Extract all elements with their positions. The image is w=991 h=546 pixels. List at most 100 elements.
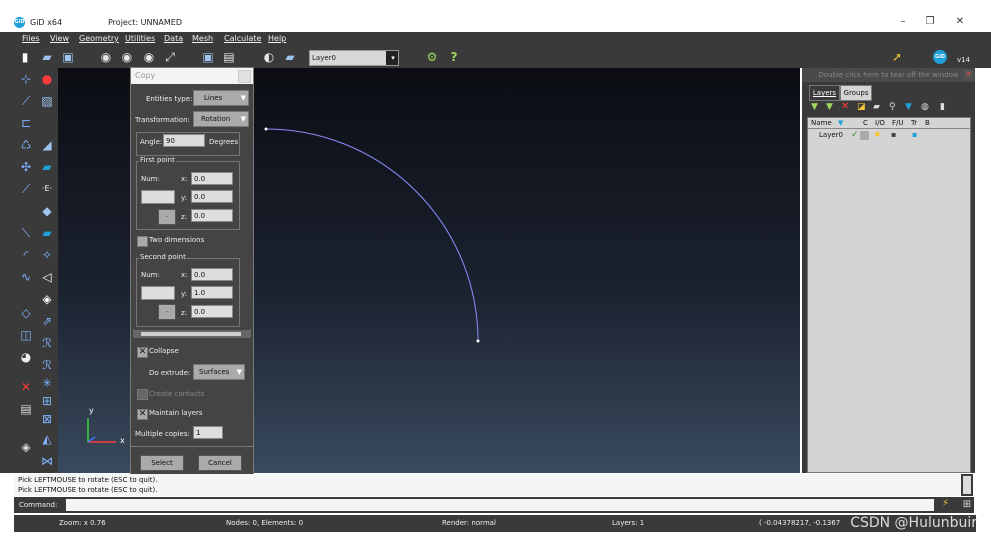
select-button[interactable]: Select xyxy=(140,455,184,471)
second-point-z-input[interactable]: 0.0 xyxy=(191,305,233,318)
spline-icon[interactable]: ∿ xyxy=(17,268,35,286)
layer-page-icon[interactable]: ▮ xyxy=(940,102,945,112)
dialog-close-button[interactable] xyxy=(238,70,251,83)
layer-color-swatch[interactable] xyxy=(860,131,869,140)
first-point-x-input[interactable]: 0.0 xyxy=(191,172,233,185)
rotate-view-icon[interactable]: ◉ xyxy=(99,50,113,64)
page-icon[interactable]: ▤ xyxy=(17,400,35,418)
create-line-icon[interactable]: ⟋ xyxy=(17,92,35,110)
zoom-frame-icon[interactable]: ⤢ xyxy=(163,50,177,64)
settings-icon[interactable]: ⚙ xyxy=(425,50,439,64)
delete-layer-icon[interactable]: ✕ xyxy=(841,101,849,112)
box-icon[interactable]: ◫ xyxy=(17,326,35,344)
sweep-icon[interactable]: ✧ xyxy=(38,246,56,264)
column-name[interactable]: Name xyxy=(811,119,832,127)
render-icon[interactable]: ◐ xyxy=(262,50,276,64)
menu-help[interactable]: Help xyxy=(268,34,286,43)
surface-icon[interactable]: ◢ xyxy=(38,136,56,154)
mesh2-icon[interactable]: ⊠ xyxy=(38,410,56,428)
rainbow-icon[interactable]: ➚ xyxy=(886,50,908,64)
layer-select[interactable]: Layer0 ▾ xyxy=(309,50,399,66)
scrollbar-thumb[interactable] xyxy=(141,332,241,336)
print-icon[interactable]: ▤ xyxy=(222,50,236,64)
second-point-x-input[interactable]: 0.0 xyxy=(191,268,233,281)
second-point-pick-button[interactable]: · xyxy=(158,304,176,320)
arc-line[interactable] xyxy=(265,128,479,342)
menu-utilities[interactable]: Utilities xyxy=(125,34,155,43)
help-icon[interactable]: ? xyxy=(447,50,461,64)
layers-toolbar-icon[interactable]: ▰ xyxy=(283,50,297,64)
menu-view[interactable]: View xyxy=(50,34,69,43)
structure-icon[interactable]: ⋈ xyxy=(38,452,56,470)
label-e-icon[interactable]: ·E· xyxy=(38,180,56,198)
volume-icon[interactable]: ▰ xyxy=(38,158,56,176)
collapse-checkbox[interactable]: ✕ xyxy=(137,347,148,358)
message-scrollbar-thumb[interactable] xyxy=(963,476,971,494)
sphere-icon[interactable]: ◕ xyxy=(17,348,35,366)
delete-icon[interactable]: ✕ xyxy=(17,378,35,396)
mesh-icon[interactable]: ⊞ xyxy=(38,392,56,410)
two-dimensions-checkbox[interactable] xyxy=(137,236,148,247)
pyramid-icon[interactable]: ◈ xyxy=(38,290,56,308)
rotate-center-icon[interactable]: ◉ xyxy=(142,50,156,64)
grid-icon[interactable]: ⊞ xyxy=(960,497,974,513)
new-file-icon[interactable]: ▮ xyxy=(18,50,32,64)
maximize-button[interactable]: ❐ xyxy=(920,15,940,29)
point-end[interactable] xyxy=(476,339,480,343)
dialog-titlebar[interactable]: Copy xyxy=(131,68,253,84)
second-point-y-input[interactable]: 1.0 xyxy=(191,286,233,299)
filter-icon[interactable]: ▼ xyxy=(905,102,912,112)
line-icon[interactable]: ⟍ xyxy=(17,224,35,242)
column-b[interactable]: B xyxy=(925,119,930,127)
arc-icon[interactable]: ✣ xyxy=(17,158,35,176)
lightning-icon[interactable]: ⚡ xyxy=(942,498,949,509)
send-to-icon[interactable]: ⚲ xyxy=(889,102,896,112)
transparency-icon[interactable]: ▪ xyxy=(912,130,917,139)
cancel-button[interactable]: Cancel xyxy=(198,455,242,471)
curve2-icon[interactable]: ℛ xyxy=(38,356,56,374)
menu-data[interactable]: Data xyxy=(164,34,183,43)
layer-to-use-icon[interactable]: ▰ xyxy=(873,102,880,112)
tab-groups[interactable]: Groups xyxy=(840,85,872,101)
menu-files[interactable]: Files xyxy=(22,34,40,43)
curve-icon[interactable]: ℛ xyxy=(38,334,56,352)
layer-row[interactable]: Layer0 ✓ ✹ ▪ ▪ xyxy=(808,130,970,142)
tab-layers[interactable]: Layers xyxy=(809,85,840,101)
panel-close-icon[interactable]: ✕ xyxy=(964,70,973,79)
do-extrude-select[interactable]: Surfaces ▼ xyxy=(193,364,245,380)
minimize-button[interactable]: – xyxy=(893,15,913,29)
menu-geometry[interactable]: Geometry xyxy=(79,34,119,43)
column-io[interactable]: I/O xyxy=(875,119,885,127)
horizontal-scrollbar[interactable] xyxy=(133,330,251,338)
transformation-select[interactable]: Rotation ▼ xyxy=(193,111,249,127)
second-point-num-input[interactable] xyxy=(141,286,175,300)
layer-down-icon[interactable]: ▼ xyxy=(826,102,833,112)
maintain-layers-checkbox[interactable]: ✕ xyxy=(137,409,148,420)
edit-icon[interactable]: ▨ xyxy=(38,92,56,110)
screenshot-icon[interactable]: ▣ xyxy=(201,50,215,64)
arrow-icon[interactable]: ⇗ xyxy=(38,312,56,330)
measure-icon[interactable]: ◈ xyxy=(17,438,35,456)
rotate-trackball-icon[interactable]: ◉ xyxy=(120,50,134,64)
column-tr[interactable]: Tr xyxy=(911,119,917,127)
tearoff-bar[interactable]: Double click here to tear off the window xyxy=(802,68,975,82)
layer-stack-icon[interactable]: ◆ xyxy=(38,202,56,220)
nurbs-line-icon[interactable]: ♺ xyxy=(17,136,35,154)
triangle-icon[interactable]: ◁ xyxy=(38,268,56,286)
active-check-icon[interactable]: ✓ xyxy=(851,130,859,140)
polygon-icon[interactable]: ⟋ xyxy=(17,180,35,198)
first-point-pick-button[interactable]: · xyxy=(158,209,176,225)
create-contacts-checkbox[interactable] xyxy=(137,389,148,400)
column-c[interactable]: C xyxy=(863,119,868,127)
circle-arc-icon[interactable]: ◜ xyxy=(17,246,35,264)
info-icon[interactable]: ◍ xyxy=(921,102,929,112)
polyline-icon[interactable]: ⊏ xyxy=(17,114,35,132)
menu-mesh[interactable]: Mesh xyxy=(192,34,213,43)
first-point-y-input[interactable]: 0.0 xyxy=(191,190,233,203)
point-start[interactable] xyxy=(264,127,268,131)
rename-layer-icon[interactable]: ◪ xyxy=(857,102,866,112)
column-fu[interactable]: F/U xyxy=(892,119,904,127)
lock-icon[interactable]: ▪ xyxy=(891,130,896,139)
record-icon[interactable]: ● xyxy=(38,70,56,88)
star-icon[interactable]: ✳ xyxy=(38,374,56,392)
